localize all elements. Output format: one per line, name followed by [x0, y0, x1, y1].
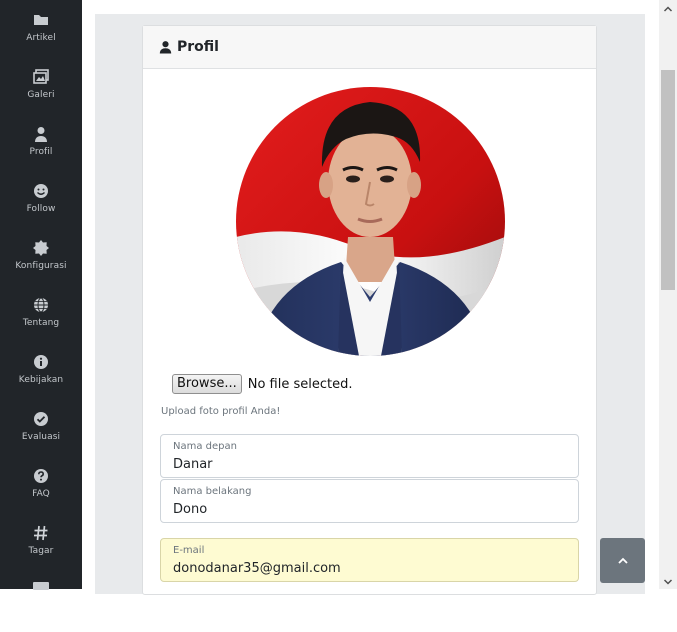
first-name-field[interactable]: Nama depan Danar: [160, 434, 579, 478]
sidebar-item-more[interactable]: [0, 582, 82, 632]
folder-icon: [34, 15, 48, 25]
sidebar-item-label: Tagar: [28, 546, 54, 556]
sidebar-item-label: Galeri: [27, 90, 55, 100]
sidebar-item-label: FAQ: [32, 489, 50, 499]
chevron-up-icon: [617, 557, 628, 564]
sidebar-item-label: Follow: [26, 204, 56, 214]
sidebar-item-artikel[interactable]: Artikel: [0, 12, 82, 62]
scrollbar[interactable]: [659, 0, 677, 589]
file-status: No file selected.: [247, 376, 353, 392]
cog-icon: [33, 240, 49, 256]
email-field[interactable]: E-mail donodanar35@gmail.com: [160, 538, 579, 582]
sidebar-item-label: Kebijakan: [18, 375, 64, 385]
sidebar-item-follow[interactable]: Follow: [0, 183, 82, 233]
sidebar-item-label: Konfigurasi: [15, 261, 67, 271]
sidebar-item-profil[interactable]: Profil: [0, 126, 82, 176]
sidebar: Artikel Galeri Profil Follow Konfigurasi…: [0, 0, 82, 590]
sidebar-item-label: Evaluasi: [21, 432, 61, 442]
hashtag-icon: [34, 525, 48, 541]
sidebar-item-label: Artikel: [26, 33, 56, 43]
profile-card: Profil Browse... No file selected. Uploa…: [142, 25, 597, 595]
sidebar-item-galeri[interactable]: Galeri: [0, 69, 82, 119]
first-name-value: Danar: [173, 457, 213, 472]
email-value: donodanar35@gmail.com: [173, 561, 341, 576]
back-to-top-button[interactable]: [600, 538, 645, 583]
scroll-thumb[interactable]: [661, 70, 675, 290]
profile-photo: [236, 87, 505, 356]
user-icon: [159, 41, 172, 54]
info-icon: [34, 355, 48, 369]
file-upload: Browse... No file selected.: [172, 374, 352, 394]
sidebar-item-tagar[interactable]: Tagar: [0, 525, 82, 575]
card-header: Profil: [143, 26, 596, 69]
sidebar-item-label: Profil: [29, 147, 53, 157]
profile-photo-image: [236, 87, 505, 356]
globe-icon: [34, 297, 48, 313]
sidebar-item-konfigurasi[interactable]: Konfigurasi: [0, 240, 82, 290]
sidebar-item-tentang[interactable]: Tentang: [0, 297, 82, 347]
last-name-field[interactable]: Nama belakang Dono: [160, 479, 579, 523]
upload-help-text: Upload foto profil Anda!: [161, 406, 281, 417]
sidebar-item-label: Tentang: [22, 318, 60, 328]
check-circle-icon: [34, 412, 48, 426]
sidebar-item-kebijakan[interactable]: Kebijakan: [0, 354, 82, 404]
smile-icon: [34, 184, 48, 198]
scroll-up-arrow-icon[interactable]: [663, 4, 673, 14]
scroll-down-arrow-icon[interactable]: [663, 577, 673, 587]
images-icon: [33, 69, 49, 84]
user-icon: [35, 127, 47, 142]
sidebar-item-faq[interactable]: FAQ: [0, 468, 82, 518]
sidebar-item-evaluasi[interactable]: Evaluasi: [0, 411, 82, 461]
email-label: E-mail: [173, 545, 205, 556]
card-title: Profil: [177, 39, 219, 55]
first-name-label: Nama depan: [173, 441, 237, 452]
browse-button[interactable]: Browse...: [172, 374, 242, 394]
question-icon: [34, 469, 48, 483]
last-name-label: Nama belakang: [173, 486, 252, 497]
last-name-value: Dono: [173, 502, 208, 517]
